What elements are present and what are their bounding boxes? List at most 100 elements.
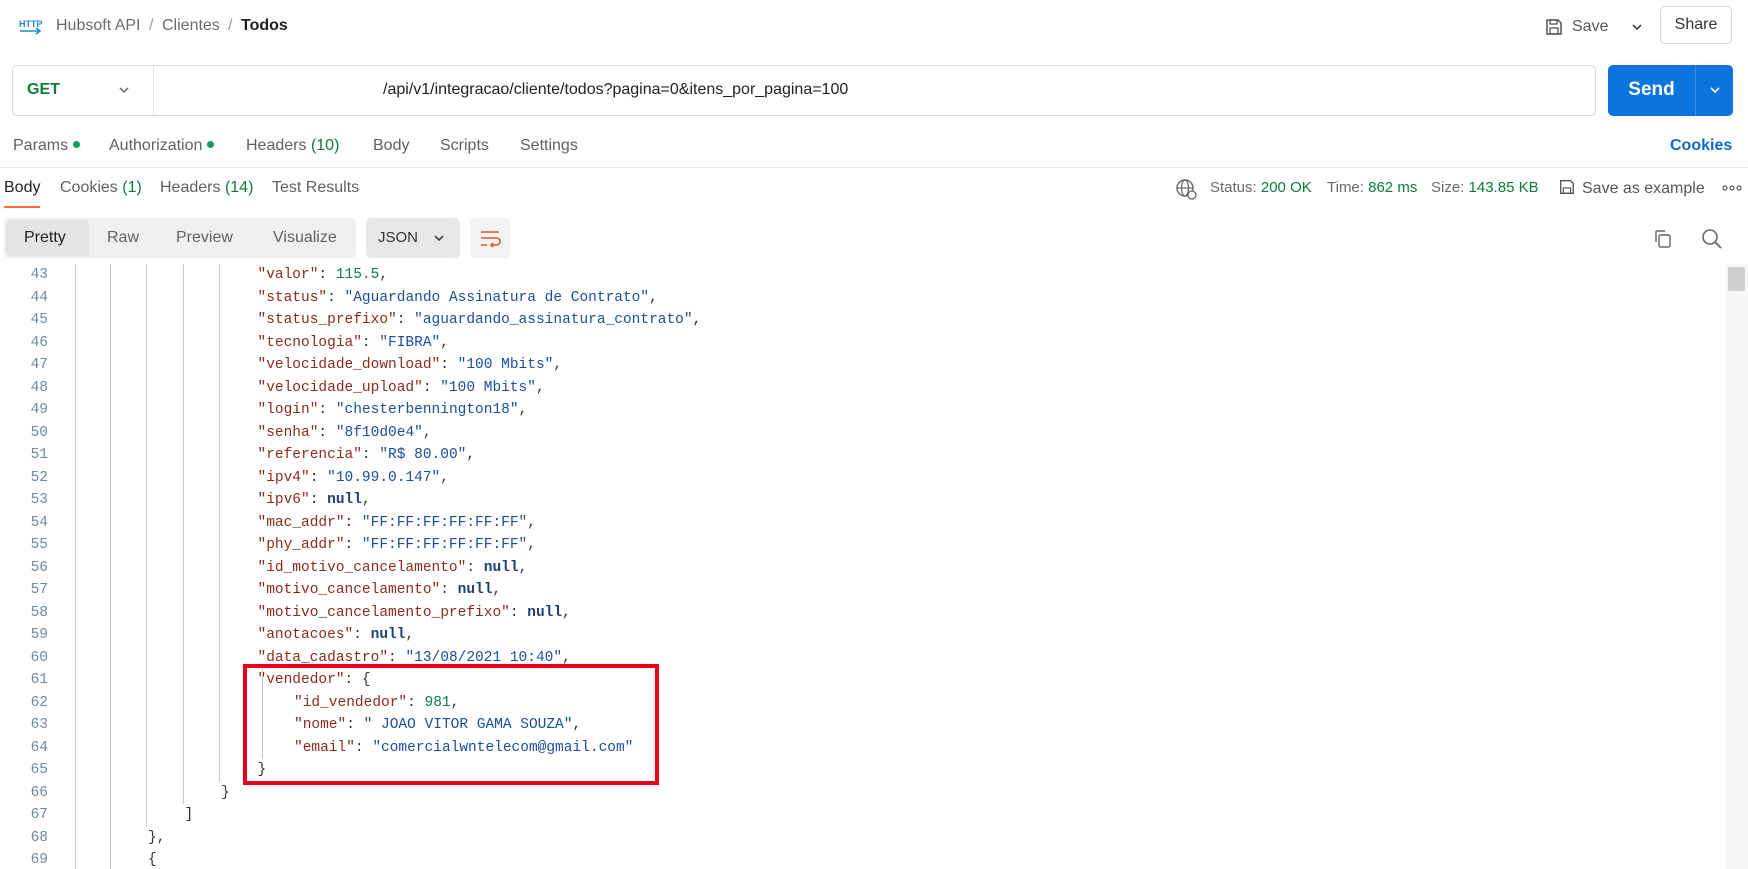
- status-readout[interactable]: Status: 200 OK: [1210, 179, 1312, 196]
- code-text: "status_prefixo": "aguardando_assinatura…: [258, 309, 702, 332]
- response-tab-cookies[interactable]: Cookies (1): [60, 179, 142, 197]
- code-line: 54 "mac_addr": "FF:FF:FF:FF:FF:FF",: [0, 512, 1725, 535]
- response-tab-headers[interactable]: Headers (14): [160, 179, 253, 197]
- code-line: 53 "ipv6": null,: [0, 489, 1725, 512]
- view-raw[interactable]: Raw: [107, 229, 139, 247]
- code-token: "FF:FF:FF:FF:FF:FF": [361, 537, 528, 553]
- globe-network-icon[interactable]: [1175, 178, 1197, 200]
- code-token: ,: [361, 492, 371, 508]
- copy-icon[interactable]: [1652, 228, 1674, 250]
- send-button[interactable]: Send: [1608, 65, 1733, 116]
- code-token: :: [361, 334, 380, 351]
- share-button[interactable]: Share: [1660, 6, 1732, 44]
- code-token: ,: [379, 267, 389, 283]
- line-number: 69: [30, 852, 48, 868]
- code-token: "100 Mbits": [440, 379, 536, 396]
- code-token: :: [309, 469, 328, 486]
- line-number: 46: [30, 334, 48, 351]
- line-number: 56: [30, 559, 48, 576]
- save-example-label: Save as example: [1582, 180, 1705, 197]
- tab-headers[interactable]: Headers (10): [246, 137, 339, 155]
- tab-scripts[interactable]: Scripts: [440, 137, 489, 155]
- code-text: "id_motivo_cancelamento": null,: [258, 557, 528, 580]
- code-text: }: [221, 782, 230, 805]
- code-token: "10.99.0.147": [327, 469, 441, 486]
- code-token: "id_motivo_cancelamento": [257, 559, 467, 576]
- code-line: 44 "status": "Aguardando Assinatura de Co…: [0, 287, 1725, 310]
- save-options-button[interactable]: [1622, 12, 1652, 42]
- code-token: :: [440, 357, 458, 373]
- code-text: "senha": "8f10d0e4",: [258, 422, 432, 445]
- size-readout[interactable]: Size: 143.85 KB: [1431, 179, 1539, 196]
- url-input[interactable]: /api/v1/integracao/cliente/todos?pagina=…: [383, 81, 848, 99]
- code-token: "tecnologia": [257, 334, 362, 351]
- code-token: :: [422, 379, 441, 396]
- line-number: 68: [30, 829, 48, 846]
- http-request-icon: HTTP: [19, 19, 43, 35]
- code-token: 115.5: [335, 267, 380, 283]
- code-token: "anotacoes": [257, 627, 354, 643]
- indent-guide: [146, 264, 147, 827]
- cookies-link[interactable]: Cookies: [1670, 137, 1732, 155]
- view-pretty[interactable]: Pretty: [24, 229, 66, 247]
- code-text: "velocidade_download": "100 Mbits",: [258, 354, 563, 377]
- indent-guide: [75, 264, 76, 869]
- code-line: 51 "referencia": "R$ 80.00",: [0, 444, 1725, 467]
- search-icon[interactable]: [1701, 228, 1723, 250]
- code-text: {: [148, 849, 157, 869]
- tab-settings[interactable]: Settings: [520, 137, 578, 155]
- chevron-down-icon[interactable]: [117, 80, 131, 100]
- highlight-box: [243, 664, 659, 785]
- word-wrap-button[interactable]: [470, 218, 510, 258]
- save-as-example-button[interactable]: Save as example: [1558, 178, 1705, 198]
- breadcrumb-request[interactable]: Todos: [241, 17, 288, 35]
- vertical-scrollbar[interactable]: [1726, 264, 1748, 869]
- view-mode-switcher: Pretty Raw Preview Visualize: [4, 218, 356, 258]
- tab-params[interactable]: Params: [13, 137, 81, 155]
- size-label: Size:: [1431, 179, 1465, 196]
- indent-guide: [183, 264, 184, 804]
- chevron-down-icon[interactable]: [1708, 80, 1722, 100]
- code-token: null: [483, 559, 519, 576]
- view-preview[interactable]: Preview: [176, 229, 233, 247]
- time-readout[interactable]: Time: 862 ms: [1327, 179, 1417, 196]
- response-tab-test-results[interactable]: Test Results: [272, 179, 359, 197]
- line-number: 50: [30, 424, 48, 441]
- response-tab-body[interactable]: Body: [4, 179, 40, 197]
- code-text: ]: [185, 804, 194, 827]
- code-line: 67]: [0, 804, 1725, 827]
- breadcrumb-separator: /: [228, 17, 233, 34]
- code-text: },: [148, 827, 165, 850]
- line-number: 66: [30, 784, 48, 801]
- code-token: :: [318, 267, 336, 283]
- code-token: "status_prefixo": [257, 312, 397, 328]
- code-line: 68},: [0, 827, 1725, 850]
- code-token: :: [396, 312, 415, 328]
- format-select[interactable]: JSON: [366, 218, 460, 258]
- view-visualize[interactable]: Visualize: [273, 229, 337, 247]
- breadcrumb-folder[interactable]: Clientes: [162, 17, 220, 35]
- code-token: "velocidade_download": [257, 357, 441, 373]
- code-token: :: [509, 604, 528, 621]
- line-number: 59: [30, 627, 48, 643]
- code-token: ,: [692, 312, 702, 328]
- breadcrumb-collection[interactable]: Hubsoft API: [56, 17, 141, 35]
- code-text: "motivo_cancelamento_prefixo": null,: [258, 602, 571, 625]
- code-token: "status": [257, 289, 328, 306]
- scrollbar-thumb[interactable]: [1728, 267, 1745, 291]
- tab-authorization[interactable]: Authorization: [109, 137, 215, 155]
- tab-body[interactable]: Body: [373, 137, 409, 155]
- line-number: 65: [30, 762, 48, 778]
- code-token: null: [370, 627, 406, 643]
- send-divider: [1695, 65, 1696, 116]
- save-button[interactable]: Save: [1544, 12, 1608, 42]
- code-token: "FF:FF:FF:FF:FF:FF": [361, 514, 528, 531]
- breadcrumb-separator: /: [149, 17, 154, 34]
- code-token: "8f10d0e4": [335, 424, 423, 441]
- code-text: "login": "chesterbennington18",: [258, 399, 528, 422]
- tab-label: Params: [13, 137, 69, 154]
- method-select[interactable]: GET: [27, 81, 60, 99]
- line-number: 67: [30, 807, 48, 823]
- more-options-icon[interactable]: [1722, 183, 1742, 193]
- code-token: ,: [518, 402, 528, 418]
